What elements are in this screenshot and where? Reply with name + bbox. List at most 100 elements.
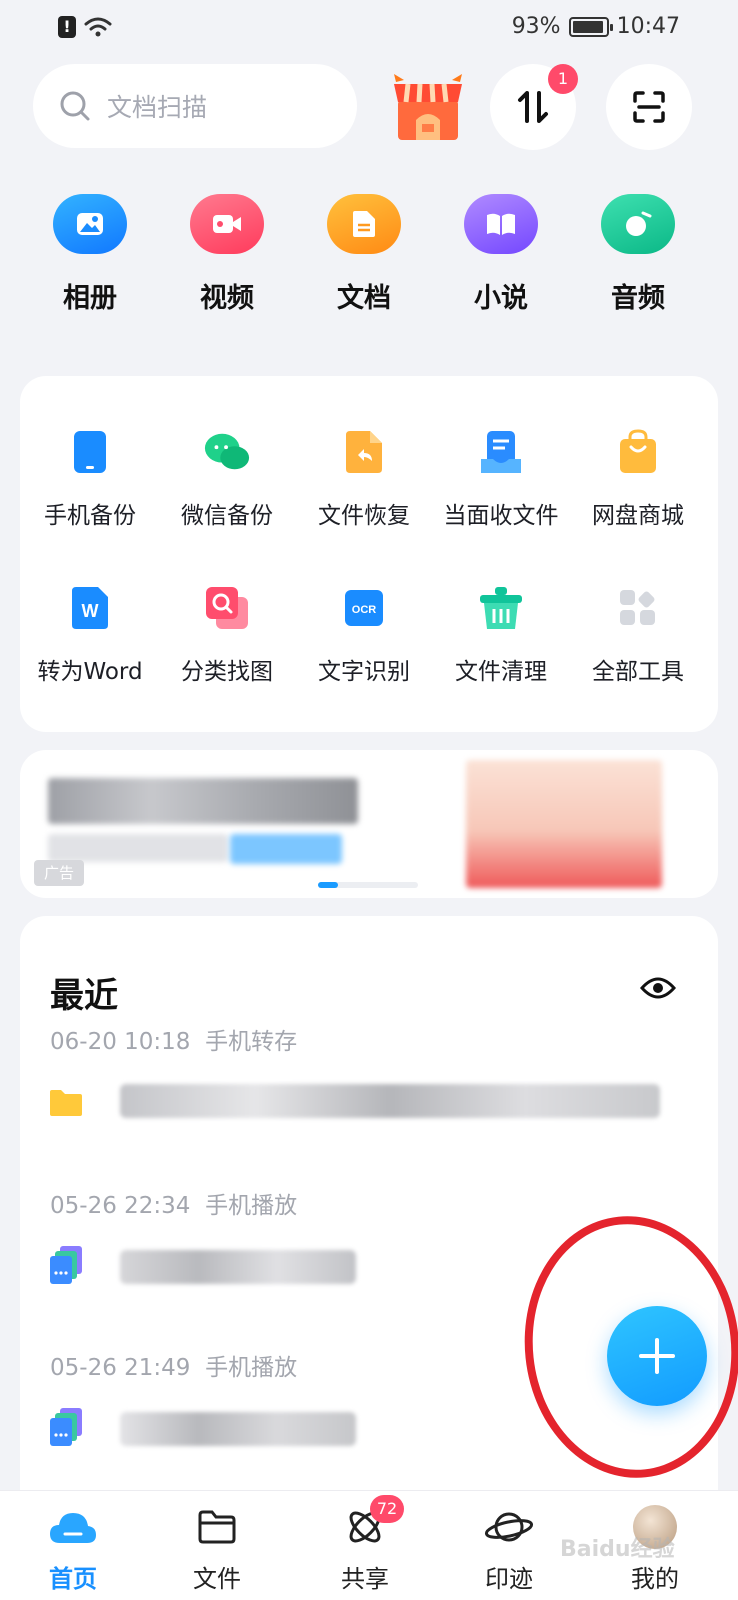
share-orbit-icon: 72: [310, 1495, 420, 1549]
file-name-blurred: [120, 1250, 356, 1284]
tool-wechat-backup[interactable]: 微信备份: [157, 428, 297, 530]
tool-all[interactable]: 全部工具: [568, 584, 708, 686]
recent-source: 手机播放: [205, 1193, 298, 1219]
clock: 10:47: [616, 14, 680, 39]
category-label: 相册: [63, 283, 117, 314]
ad-pager: [318, 882, 418, 888]
ocr-icon: OCR: [340, 584, 388, 632]
battery-icon: [568, 16, 613, 37]
share-badge: 72: [370, 1495, 404, 1523]
ad-subtitle-blurred: [48, 834, 228, 862]
tool-label: 文件清理: [455, 659, 547, 685]
category-album[interactable]: 相册: [20, 190, 160, 315]
shopping-bag-icon: [614, 428, 662, 476]
recent-time: 05-26 21:49: [50, 1355, 191, 1381]
search-placeholder: 文档扫描: [107, 93, 208, 122]
file-name-blurred: [120, 1084, 660, 1118]
tool-label: 当面收文件: [443, 503, 559, 529]
tool-label: 全部工具: [592, 659, 684, 685]
file-stack-icon: [50, 1408, 82, 1446]
status-left: !: [58, 16, 112, 38]
transfer-badge: 1: [548, 64, 578, 94]
search-icon: [60, 91, 90, 121]
transfer-button[interactable]: 1: [490, 64, 578, 150]
battery-level: [572, 20, 603, 33]
tool-label: 文字识别: [318, 659, 410, 685]
category-row: 相册 视频 文档 小说 音频: [20, 190, 718, 320]
recent-title: 最近: [50, 976, 118, 1016]
tool-label: 手机备份: [44, 503, 136, 529]
planet-icon: [454, 1505, 564, 1549]
category-audio[interactable]: 音频: [568, 190, 708, 315]
ad-tag: 广告: [34, 860, 84, 886]
tool-label: 网盘商城: [592, 503, 684, 529]
eye-icon[interactable]: [640, 976, 676, 1000]
tools-card: 手机备份 微信备份 文件恢复 当面收文件 网盘商城 W 转为Word 分类找图 …: [20, 376, 718, 732]
nav-files[interactable]: 文件: [162, 1505, 272, 1594]
tool-phone-backup[interactable]: 手机备份: [20, 428, 160, 530]
ad-image-blurred: [466, 760, 662, 888]
tool-label: 微信备份: [181, 503, 273, 529]
scan-button[interactable]: [606, 64, 692, 150]
add-button[interactable]: [607, 1306, 707, 1406]
tool-label: 分类找图: [181, 659, 273, 685]
category-video[interactable]: 视频: [157, 190, 297, 315]
file-stack-icon: [50, 1246, 82, 1284]
tool-to-word[interactable]: W 转为Word: [20, 584, 160, 686]
nav-label: 文件: [193, 1565, 241, 1593]
bottom-nav: 首页 文件 72 共享 印迹 我的 Baidu经验: [0, 1490, 738, 1600]
status-bar: ! 93% 10:47: [0, 0, 738, 56]
category-document[interactable]: 文档: [294, 190, 434, 315]
tool-ocr[interactable]: OCR 文字识别: [294, 584, 434, 686]
alert-icon: !: [58, 16, 76, 38]
folder-icon: [50, 1090, 82, 1116]
tool-image-search[interactable]: 分类找图: [157, 584, 297, 686]
recent-file-row[interactable]: [48, 1080, 688, 1124]
wechat-backup-icon: [203, 428, 251, 476]
nav-share[interactable]: 72 共享: [310, 1495, 420, 1594]
tool-receive-file[interactable]: 当面收文件: [431, 428, 571, 530]
recent-group-header: 05-26 22:34 手机播放: [50, 1186, 297, 1220]
status-right: 93% 10:47: [512, 14, 680, 39]
nav-home[interactable]: 首页: [18, 1505, 128, 1594]
all-tools-icon: [614, 584, 662, 632]
battery-percent: 93%: [511, 14, 561, 39]
ad-pager-active: [318, 882, 338, 888]
clean-basket-icon: [477, 584, 525, 632]
search-input[interactable]: 文档扫描: [33, 64, 357, 148]
document-icon: [327, 194, 401, 254]
ad-title-blurred: [48, 778, 358, 824]
nav-label: 我的: [631, 1565, 679, 1593]
video-icon: [190, 194, 264, 254]
category-label: 小说: [474, 283, 528, 314]
shop-icon[interactable]: [388, 66, 468, 146]
nav-footprint[interactable]: 印迹: [454, 1505, 564, 1594]
book-icon: [464, 194, 538, 254]
tool-clean[interactable]: 文件清理: [431, 584, 571, 686]
scan-icon: [633, 91, 665, 123]
ad-button-blurred: [230, 834, 342, 864]
file-restore-icon: [340, 428, 388, 476]
category-label: 音频: [611, 283, 665, 314]
tool-shop[interactable]: 网盘商城: [568, 428, 708, 530]
tool-label: 文件恢复: [318, 503, 410, 529]
recent-group-header: 06-20 10:18 手机转存: [50, 1022, 297, 1056]
svg-text:OCR: OCR: [352, 604, 377, 616]
category-label: 文档: [337, 283, 391, 314]
file-name-blurred: [120, 1412, 356, 1446]
recent-group-header: 05-26 21:49 手机播放: [50, 1348, 297, 1382]
image-search-icon: [203, 584, 251, 632]
ad-banner[interactable]: 广告: [20, 750, 718, 898]
tool-file-restore[interactable]: 文件恢复: [294, 428, 434, 530]
phone-backup-icon: [66, 428, 114, 476]
category-novel[interactable]: 小说: [431, 190, 571, 315]
music-icon: [601, 194, 675, 254]
tool-label: 转为Word: [37, 659, 143, 685]
folder-icon: [162, 1505, 272, 1549]
recent-source: 手机转存: [205, 1029, 298, 1055]
transfer-arrows-icon: [518, 91, 548, 123]
word-convert-icon: W: [66, 584, 114, 632]
nav-label: 共享: [341, 1565, 389, 1593]
recent-source: 手机播放: [205, 1355, 298, 1381]
nav-label: 印迹: [485, 1565, 533, 1593]
